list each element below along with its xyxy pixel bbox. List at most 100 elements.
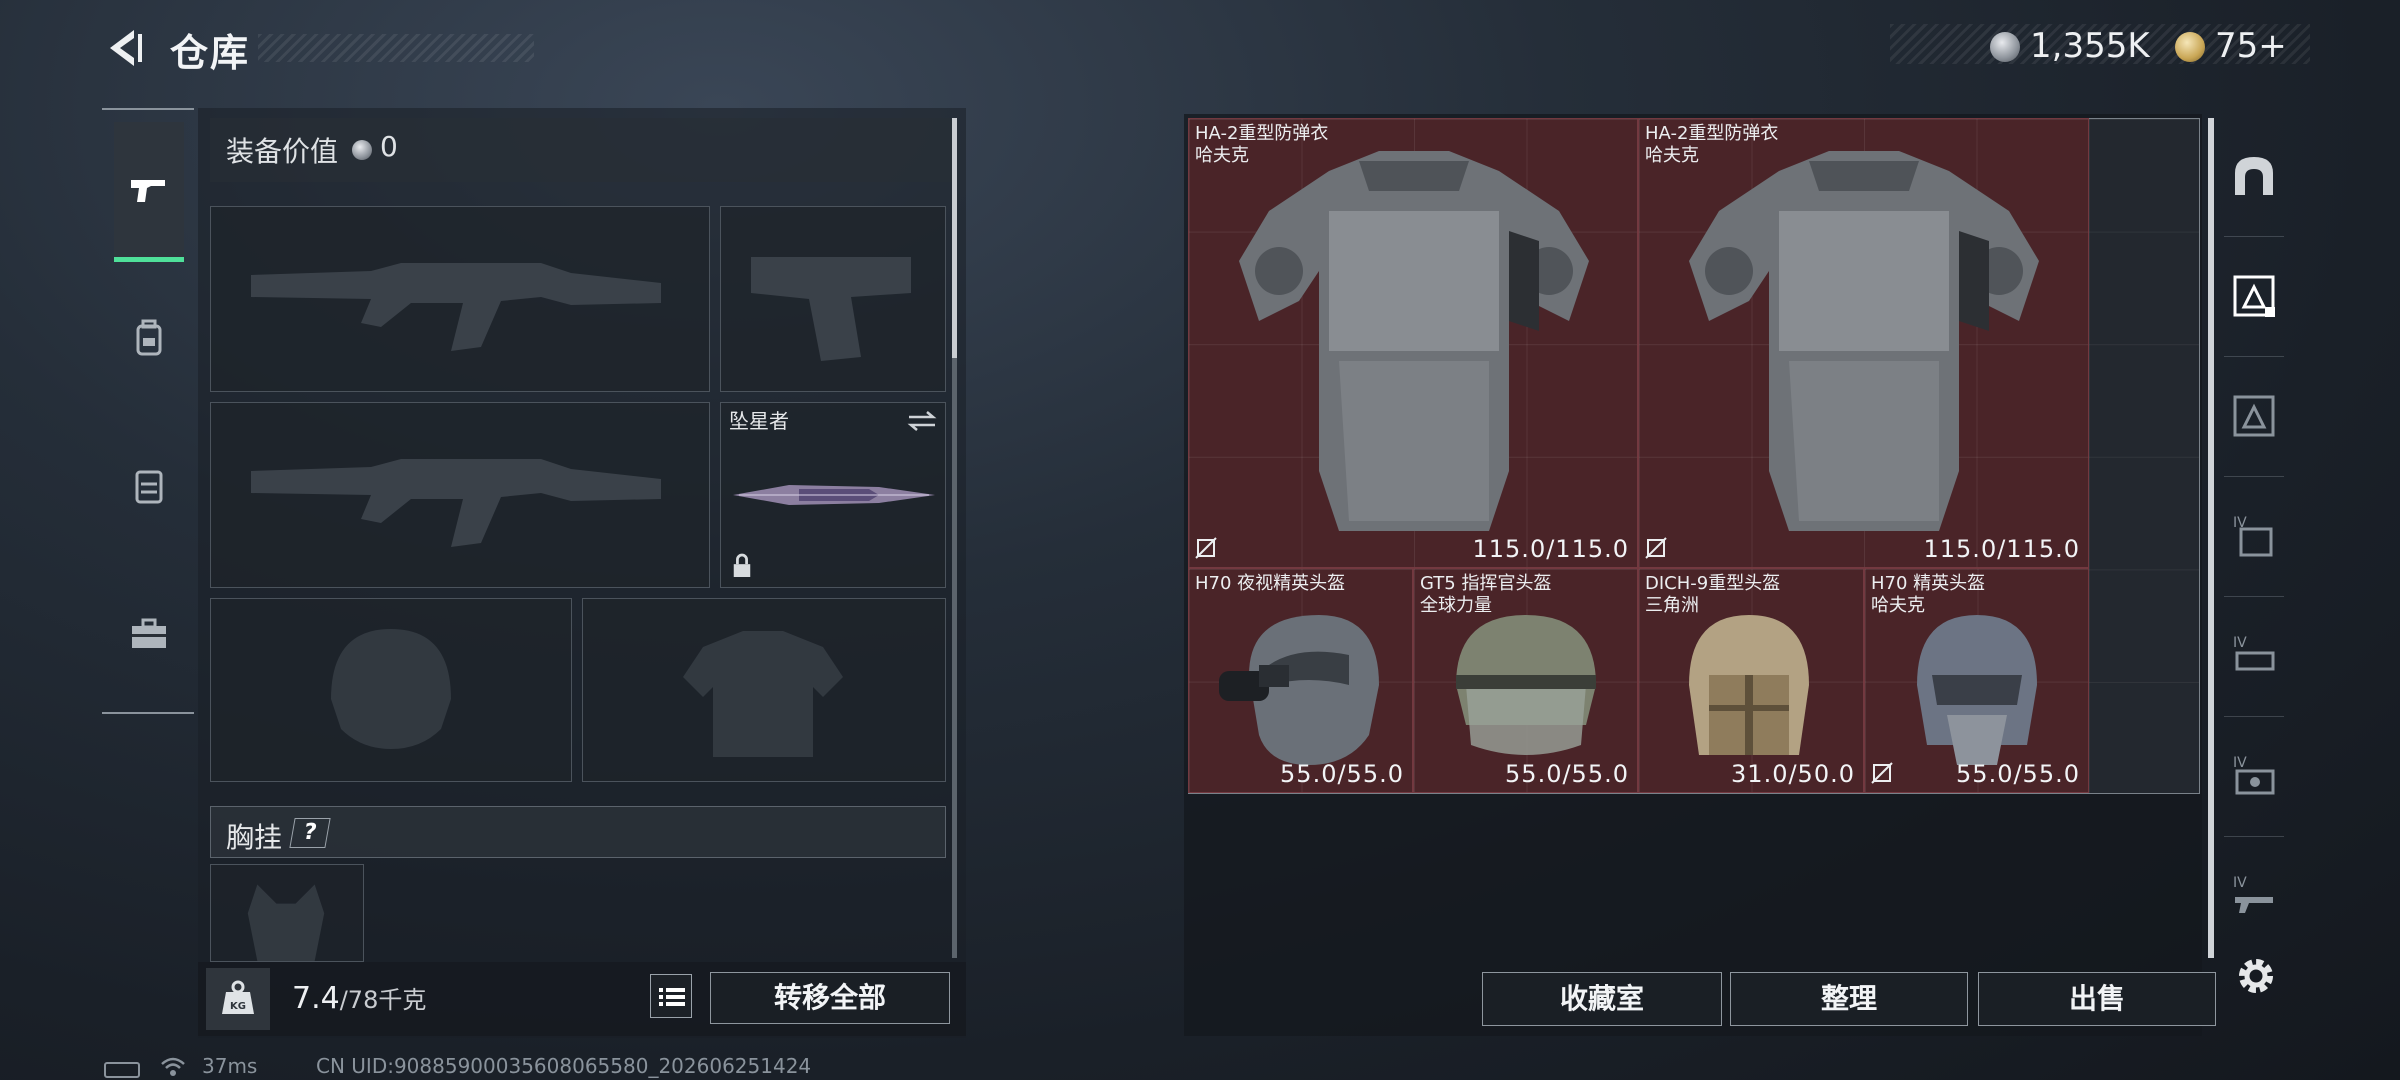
svg-text:IV: IV [2233, 635, 2247, 651]
armor-slot[interactable] [582, 598, 946, 782]
chest-rig-silhouette-icon [247, 884, 325, 961]
armor-silhouette-icon [683, 631, 843, 757]
chest-rig-label: 胸挂 [226, 821, 283, 854]
no-drop-icon [1195, 537, 1217, 559]
item-durability: 115.0/115.0 [1923, 535, 2080, 563]
ticket-icon [2175, 32, 2205, 62]
carry-weight: 7.4/78千克 [292, 980, 426, 1016]
melee-slot[interactable]: 坠星者 [720, 402, 946, 588]
body-armor-image [1689, 151, 2039, 531]
stash-item-helmet[interactable]: DICH-9重型头盔 三角洲 31.0/50.0 [1638, 568, 1864, 793]
weight-icon-box: KG [206, 968, 270, 1030]
list-icon [659, 988, 685, 1006]
helmet-silhouette-icon [331, 629, 451, 749]
item-durability: 31.0/50.0 [1731, 760, 1855, 788]
equipment-value-label: 装备价值 [226, 135, 339, 168]
tier-iv-weapon-icon: IV [2233, 875, 2273, 913]
uid-text: CN UID:90885900035608065580_202606251424 [316, 1054, 812, 1078]
organize-button[interactable]: 整理 [1730, 972, 1968, 1026]
arch-icon [2235, 157, 2273, 195]
swap-icon[interactable] [907, 409, 937, 433]
stash-category-list: IV IV IV IV [2214, 118, 2294, 958]
category-case[interactable]: IV [2214, 730, 2294, 822]
knife-icon [733, 485, 935, 505]
elite-helmet-image [1917, 615, 2037, 765]
tier-iv-backpack-icon: IV [2233, 515, 2273, 557]
commander-helmet-image [1456, 615, 1596, 755]
no-drop-icon [1871, 762, 1893, 784]
svg-text:KG: KG [230, 1001, 246, 1012]
item-name: H70 夜视精英头盔 [1195, 573, 1346, 594]
ticket-value[interactable]: 75+ [2215, 26, 2287, 66]
collection-room-button[interactable]: 收藏室 [1482, 972, 1722, 1026]
item-durability: 55.0/55.0 [1505, 760, 1629, 788]
item-name: DICH-9重型头盔 [1645, 573, 1781, 594]
help-button[interactable]: ? [289, 818, 331, 848]
toolbox-icon [132, 618, 166, 648]
tab-weapons[interactable] [114, 122, 184, 262]
backpack-icon [136, 319, 162, 356]
item-name-block: H70 夜视精英头盔 [1195, 573, 1345, 595]
tab-backpack[interactable] [114, 268, 184, 408]
wifi-icon [161, 1057, 185, 1076]
category-all[interactable] [2214, 130, 2294, 222]
tab-vest[interactable] [114, 416, 184, 556]
transfer-all-button[interactable]: 转移全部 [710, 972, 950, 1024]
ping-text: 37ms [202, 1054, 258, 1078]
helmet-slot[interactable] [210, 598, 572, 782]
item-name: H70 精英头盔 [1871, 573, 1986, 594]
stash-item-helmet[interactable]: H70 精英头盔 哈夫克 55.0/55.0 [1864, 568, 2089, 793]
pistol-icon [131, 179, 165, 202]
stash-item-helmet[interactable]: H70 夜视精英头盔 55.0/55.0 [1188, 568, 1413, 793]
sidearm-slot[interactable] [720, 206, 946, 392]
category-backpack[interactable]: IV [2214, 490, 2294, 582]
loadout-scrollbar-thumb[interactable] [952, 118, 957, 358]
carry-weight-current: 7.4 [292, 981, 340, 1016]
tier-iv-rig-icon: IV [2233, 635, 2275, 671]
night-vision-helmet-image [1219, 615, 1379, 765]
weight-icon: KG [222, 980, 254, 1014]
vest-icon [135, 470, 163, 504]
carry-weight-max: /78千克 [339, 986, 427, 1014]
coin-icon [352, 140, 372, 160]
title-decoration [258, 34, 534, 62]
tab-toolbox[interactable] [114, 564, 184, 704]
stash-item-helmet[interactable]: GT5 指挥官头盔 全球力量 55.0/55.0 [1413, 568, 1638, 793]
category-rig[interactable]: IV [2214, 610, 2294, 702]
tier-iv-case-icon: IV [2233, 755, 2275, 795]
settings-gear-icon[interactable] [2232, 952, 2280, 1000]
stash-item-armor[interactable]: HA-2重型防弹衣 哈夫克 115.0/115.0 [1188, 118, 1638, 568]
no-drop-icon [1645, 537, 1667, 559]
chest-rig-slot[interactable] [210, 864, 364, 962]
category-weapon[interactable]: IV [2214, 850, 2294, 942]
category-armor-active[interactable] [2214, 250, 2294, 342]
page-title: 仓库 [170, 31, 251, 75]
stash-item-armor[interactable]: HA-2重型防弹衣 哈夫克 115.0/115.0 [1638, 118, 2089, 568]
sell-button[interactable]: 出售 [1978, 972, 2216, 1026]
svg-text:IV: IV [2233, 875, 2247, 891]
coin-icon [1990, 32, 2020, 62]
pistol-silhouette-icon [751, 257, 911, 361]
coin-value[interactable]: 1,355K [2030, 26, 2150, 66]
melee-name: 坠星者 [729, 409, 789, 433]
item-name: GT5 指挥官头盔 [1420, 573, 1552, 594]
primary-weapon-slot[interactable] [210, 206, 710, 392]
rifle-silhouette-icon [251, 459, 661, 547]
svg-text:IV: IV [2233, 755, 2247, 771]
battery-icon [104, 1062, 140, 1078]
item-durability: 55.0/55.0 [1956, 760, 2080, 788]
item-durability: 115.0/115.0 [1472, 535, 1629, 563]
body-armor-image [1239, 151, 1589, 531]
armor-tier-icon [2233, 395, 2275, 437]
heavy-helmet-image [1689, 615, 1809, 755]
lock-icon [733, 553, 751, 577]
equipment-value: 0 [380, 130, 398, 163]
list-view-button[interactable] [650, 974, 692, 1018]
loadout-tabs [102, 108, 194, 714]
rifle-silhouette-icon [251, 263, 661, 351]
item-durability: 55.0/55.0 [1280, 760, 1404, 788]
armor-tier-icon [2233, 275, 2275, 317]
back-arrow-icon[interactable] [100, 24, 148, 72]
secondary-weapon-slot[interactable] [210, 402, 710, 588]
category-helmet[interactable] [2214, 370, 2294, 462]
